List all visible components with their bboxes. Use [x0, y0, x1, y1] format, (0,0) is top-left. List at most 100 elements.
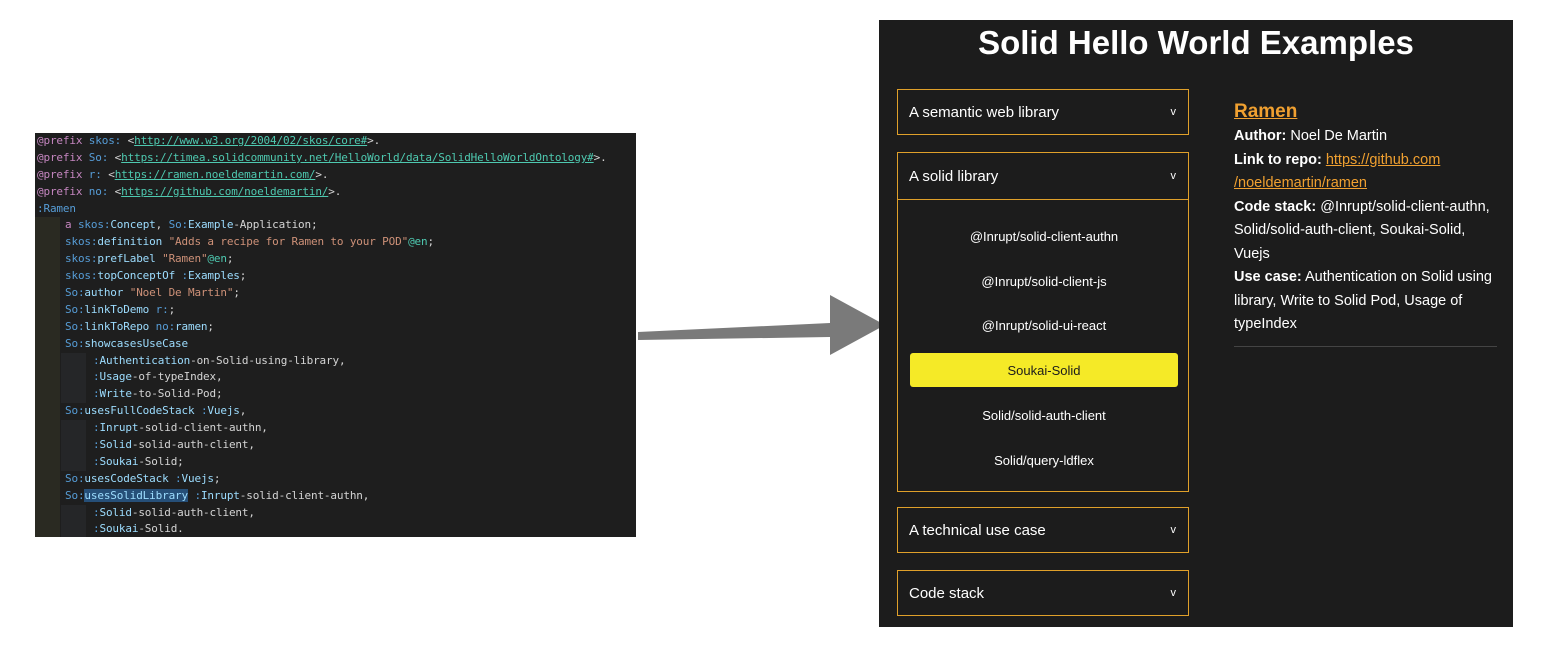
code-editor: @prefix skos: < http://www.w3.org/2004/02…	[35, 133, 636, 537]
code-token: ramen	[175, 319, 208, 333]
code-token: Example	[188, 218, 234, 232]
code-token: Usage	[99, 370, 132, 384]
code-token: ,	[155, 218, 169, 232]
code-token: -solid-auth-client,	[131, 438, 255, 452]
code-token: author	[84, 286, 124, 300]
code-token: So:	[65, 319, 85, 333]
code-token: So:	[65, 286, 85, 300]
author-label: Author:	[1234, 128, 1287, 144]
code-line: :Soukai-Solid;	[35, 453, 636, 471]
code-token: no:	[149, 319, 176, 333]
code-token: -of-typeIndex,	[131, 370, 223, 384]
code-line: a skos:Concept, So:Example-Application;	[35, 217, 636, 235]
code-token: r:	[88, 167, 102, 181]
code-line: @prefix r: <https://ramen.noeldemartin.c…	[35, 167, 636, 184]
author-row: Author: Noel De Martin	[1234, 125, 1499, 149]
code-text: :Ramen	[37, 202, 76, 215]
code-line: So:usesFullCodeStack :Vuejs,	[35, 403, 636, 421]
code-token: @en	[408, 235, 428, 249]
code-line: :Write-to-Solid-Pod;	[35, 386, 636, 404]
code-token: skos:	[65, 252, 98, 266]
accordion-label: A technical use case	[909, 521, 1046, 539]
code-token: http://www.w3.org/2004/02/skos/core#	[134, 134, 368, 147]
code-text: skos:topConceptOf :Examples;	[37, 269, 246, 282]
code-token: @prefix	[37, 134, 89, 147]
code-text: @prefix r: <https://ramen.noeldemartin.c…	[37, 168, 328, 181]
code-token: So:	[65, 404, 85, 418]
code-text: :Write-to-Solid-Pod;	[37, 387, 223, 401]
library-item[interactable]: @Inrupt/solid-ui-react	[910, 308, 1178, 342]
code-token: ;	[226, 252, 234, 266]
library-item[interactable]: @Inrupt/solid-client-js	[910, 264, 1178, 298]
code-token: prefLabel	[97, 252, 156, 266]
code-text: So:linkToDemo r:;	[37, 303, 175, 316]
code-line: skos:prefLabel "Ramen"@en;	[35, 251, 636, 269]
code-token: ;	[427, 235, 435, 249]
repo-row: Link to repo: https://github.com/noeldem…	[1234, 149, 1499, 196]
code-token: ;	[213, 471, 221, 485]
code-token: Soukai	[99, 454, 139, 468]
code-line: @prefix no: <https://github.com/noeldema…	[35, 184, 636, 201]
divider	[1234, 346, 1497, 347]
code-text: :Usage-of-typeIndex,	[37, 370, 223, 384]
code-line: :Ramen	[35, 201, 636, 218]
code-line: :Usage-of-typeIndex,	[35, 369, 636, 387]
code-token: <	[108, 150, 122, 164]
code-text: :Solid-solid-auth-client,	[37, 438, 255, 451]
code-line: So:linkToDemo r:;	[35, 301, 636, 319]
code-token: showcasesUseCase	[84, 336, 188, 350]
code-token: r:	[149, 302, 169, 316]
code-token: So:	[65, 488, 85, 502]
code-token: -solid-client-authn,	[239, 488, 370, 502]
code-text: So:showcasesUseCase	[37, 337, 188, 350]
code-token: Inrupt	[200, 488, 240, 502]
code-token: Inrupt	[99, 421, 139, 435]
code-token: Solid	[99, 505, 132, 519]
page-title: Solid Hello World Examples	[978, 24, 1414, 61]
repo-link-part: /noeldemartin/ramen	[1234, 175, 1367, 191]
library-item[interactable]: @Inrupt/solid-client-authn	[910, 219, 1178, 253]
code-token: Write	[99, 387, 132, 401]
code-token: Soukai	[99, 522, 139, 536]
code-token: :	[194, 404, 208, 418]
code-line: So:showcasesUseCase	[35, 335, 636, 353]
accordion-solid-library: A solid library v @Inrupt/solid-client-a…	[897, 152, 1189, 492]
code-text: So:usesCodeStack :Vuejs;	[37, 471, 221, 485]
accordion-code-stack[interactable]: Code stack v	[897, 570, 1189, 616]
library-item[interactable]: Solid/query-ldflex	[910, 443, 1178, 477]
code-token: So:	[65, 336, 85, 350]
code-token: So:	[88, 150, 109, 164]
accordion-technical-use-case[interactable]: A technical use case v	[897, 507, 1189, 553]
accordion-label: Code stack	[909, 584, 985, 602]
code-text: So:usesSolidLibrary :Inrupt-solid-client…	[37, 488, 370, 502]
accordion-header[interactable]: A solid library v	[898, 153, 1188, 200]
code-text: :Soukai-Solid;	[37, 455, 184, 468]
library-item[interactable]: Solid/solid-auth-client	[910, 398, 1178, 432]
code-token: So:	[65, 471, 85, 485]
chevron-down-icon: v	[1170, 524, 1177, 536]
code-text: :Solid-solid-auth-client,	[37, 506, 255, 519]
example-title-link[interactable]: Ramen	[1234, 100, 1499, 124]
code-token: no:	[88, 184, 109, 198]
arrow-right-icon	[638, 295, 885, 355]
solid-examples-app: Solid Hello World Examples A semantic we…	[879, 20, 1513, 627]
code-token: Vuejs	[207, 404, 240, 418]
code-text: @prefix So: <https://timea.solidcommunit…	[37, 151, 607, 164]
code-token: -solid-auth-client,	[131, 505, 255, 519]
code-line: :Soukai-Solid.	[35, 521, 636, 537]
accordion-semantic-web-library[interactable]: A semantic web library v	[897, 89, 1189, 135]
code-text: skos:definition "Adds a recipe for Ramen…	[37, 235, 434, 248]
code-token: Authentication	[99, 353, 191, 367]
code-token: skos:	[77, 218, 111, 232]
code-line: @prefix skos: <http://www.w3.org/2004/02…	[35, 133, 636, 150]
library-item-selected[interactable]: Soukai-Solid	[910, 353, 1178, 387]
code-token: ,	[239, 404, 247, 418]
code-token: usesCodeStack	[84, 471, 169, 485]
code-text: @prefix no: <https://github.com/noeldema…	[37, 185, 341, 198]
code-token: usesFullCodeStack	[84, 404, 195, 418]
code-text: @prefix skos: <http://www.w3.org/2004/02…	[37, 134, 380, 147]
code-token: linkToRepo	[84, 319, 150, 333]
code-text: So:usesFullCodeStack :Vuejs,	[37, 404, 246, 417]
code-token: -Application;	[233, 218, 318, 232]
code-text: So:author "Noel De Martin";	[37, 286, 240, 299]
